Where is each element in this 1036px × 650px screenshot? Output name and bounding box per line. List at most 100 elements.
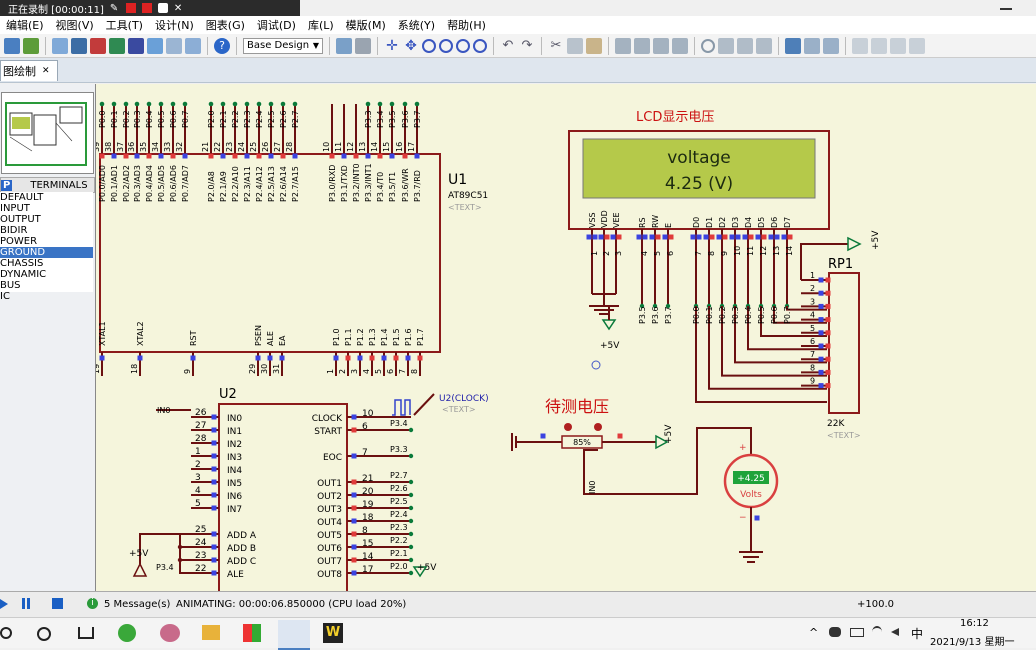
layer-select[interactable]: Base Design ▼ xyxy=(243,37,323,54)
terminal-item[interactable]: CHASSIS xyxy=(0,258,93,269)
origin-icon[interactable]: ✛ xyxy=(384,38,400,54)
pause-record-icon[interactable] xyxy=(125,3,136,13)
menu-item[interactable]: 系统(Y) xyxy=(392,17,441,33)
open-icon[interactable] xyxy=(23,37,39,54)
tray-battery-icon[interactable] xyxy=(850,628,864,637)
exit-parent-icon[interactable] xyxy=(890,37,906,54)
terminal-item[interactable]: OUTPUT xyxy=(0,214,93,225)
home-icon[interactable] xyxy=(52,37,68,54)
menu-item[interactable]: 图表(G) xyxy=(200,17,251,33)
terminal-item[interactable]: DEFAULT xyxy=(0,192,93,203)
pick-device-icon[interactable] xyxy=(701,38,715,53)
redo-icon[interactable]: ↷ xyxy=(519,38,535,54)
overview-window[interactable] xyxy=(1,92,94,174)
code-icon[interactable] xyxy=(185,37,201,54)
export-icon[interactable] xyxy=(909,37,925,54)
camera-icon[interactable] xyxy=(157,3,168,13)
terminal-item[interactable]: DYNAMIC xyxy=(0,269,93,280)
app-wps-icon[interactable]: W xyxy=(323,623,343,643)
u2-pin-number: 17 xyxy=(362,565,373,575)
menu-item[interactable]: 库(L) xyxy=(302,17,340,33)
help-icon[interactable]: ? xyxy=(214,37,230,54)
u2-pin-state xyxy=(351,414,357,420)
bom-icon[interactable] xyxy=(147,37,163,54)
terminal-item[interactable]: BIDIR xyxy=(0,225,93,236)
paste-icon[interactable] xyxy=(586,37,602,54)
app-windows-icon[interactable] xyxy=(243,624,261,642)
start-circle-icon[interactable] xyxy=(37,627,51,641)
schematic-canvas[interactable]: U1 AT89C51 <TEXT> P0.0/AD0 39 P0.1/AD1 38 P0.2/… xyxy=(96,84,1036,591)
schematic-drawing[interactable]: U1AT89C51<TEXT>P0.0/AD039P0.1/AD138P0.2/… xyxy=(96,84,1036,591)
search-tag-icon[interactable] xyxy=(804,37,820,54)
tray-cloud-icon[interactable] xyxy=(829,627,841,637)
task-view-icon[interactable] xyxy=(78,627,94,639)
schematic-icon[interactable] xyxy=(71,37,87,54)
decompose-icon[interactable] xyxy=(756,37,772,54)
grid-icon[interactable] xyxy=(355,37,371,54)
new-design-icon[interactable] xyxy=(4,37,20,54)
file-explorer-icon[interactable] xyxy=(202,625,220,640)
close-record-icon[interactable]: ✕ xyxy=(174,3,182,14)
zoom-out-icon[interactable] xyxy=(439,38,453,53)
stop-button[interactable] xyxy=(52,598,63,609)
terminal-item[interactable]: BUS xyxy=(0,280,93,291)
terminals-mode-icon[interactable]: P xyxy=(1,179,13,191)
undo-icon[interactable]: ↶ xyxy=(500,38,516,54)
block-copy-icon[interactable] xyxy=(615,37,631,54)
cut-icon[interactable]: ✂ xyxy=(548,38,564,54)
zoom-area-icon[interactable] xyxy=(473,38,487,53)
tray-wifi-icon[interactable] xyxy=(872,626,882,638)
new-sheet-icon[interactable] xyxy=(852,37,868,54)
play-button[interactable] xyxy=(0,599,8,609)
zoom-all-icon[interactable] xyxy=(456,38,470,53)
remove-sheet-icon[interactable] xyxy=(871,37,887,54)
block-rotate-icon[interactable] xyxy=(653,37,669,54)
make-device-icon[interactable] xyxy=(718,37,734,54)
tab-schematic[interactable]: 图绘制 ✕ xyxy=(0,60,58,81)
tray-up-icon[interactable]: ^ xyxy=(809,626,818,639)
tray-volume-icon[interactable] xyxy=(891,628,899,636)
stop-record-icon[interactable] xyxy=(141,3,152,13)
menu-item[interactable]: 模版(M) xyxy=(340,17,392,33)
menu-item[interactable]: 设计(N) xyxy=(149,17,200,33)
messages-count[interactable]: 5 Message(s) xyxy=(104,599,170,610)
window-minimize-icon[interactable] xyxy=(1000,8,1012,10)
block-move-icon[interactable] xyxy=(634,37,650,54)
terminal-item[interactable]: IC xyxy=(0,291,93,302)
component-icon[interactable] xyxy=(90,37,106,54)
terminal-item[interactable]: POWER xyxy=(0,236,93,247)
tray-ime[interactable]: 中 xyxy=(911,625,923,642)
menu-item[interactable]: 视图(V) xyxy=(50,17,100,33)
tray-date[interactable]: 2021/9/13 星期一 xyxy=(930,633,1014,648)
property-tool-icon[interactable] xyxy=(823,37,839,54)
copy-icon[interactable] xyxy=(567,37,583,54)
packaging-icon[interactable] xyxy=(737,37,753,54)
pause-button[interactable] xyxy=(22,598,25,609)
tab-close-icon[interactable]: ✕ xyxy=(42,66,50,76)
search-icon[interactable] xyxy=(0,627,12,639)
menu-item[interactable]: 编辑(E) xyxy=(0,17,50,33)
menu-item[interactable]: 工具(T) xyxy=(100,17,149,33)
block-delete-icon[interactable] xyxy=(672,37,688,54)
lcd-pin-state xyxy=(755,234,761,240)
menu-item[interactable]: 调试(D) xyxy=(251,17,302,33)
wire-autorouter-icon[interactable] xyxy=(785,37,801,54)
app-browser-icon[interactable] xyxy=(160,624,180,642)
app-proteus-icon[interactable] xyxy=(278,620,310,650)
gerber-icon[interactable] xyxy=(128,37,144,54)
pen-icon[interactable]: ✎ xyxy=(110,3,120,14)
app-360-icon[interactable] xyxy=(118,624,136,642)
lcd-pin-number: 11 xyxy=(746,246,755,256)
zoom-in-icon[interactable] xyxy=(422,38,436,53)
refresh-icon[interactable] xyxy=(336,37,352,54)
u2-pin-label: IN1 xyxy=(227,427,242,437)
rp1-pin-state xyxy=(825,330,831,336)
pcb-icon[interactable] xyxy=(109,37,125,54)
menu-item[interactable]: 帮助(H) xyxy=(441,17,492,33)
pan-icon[interactable]: ✥ xyxy=(403,38,419,54)
terminal-item[interactable]: INPUT xyxy=(0,203,93,214)
terminal-item[interactable]: GROUND xyxy=(0,247,93,258)
notes-icon[interactable] xyxy=(166,37,182,54)
tray-time[interactable]: 16:12 xyxy=(960,618,989,629)
info-icon[interactable]: i xyxy=(87,598,98,609)
